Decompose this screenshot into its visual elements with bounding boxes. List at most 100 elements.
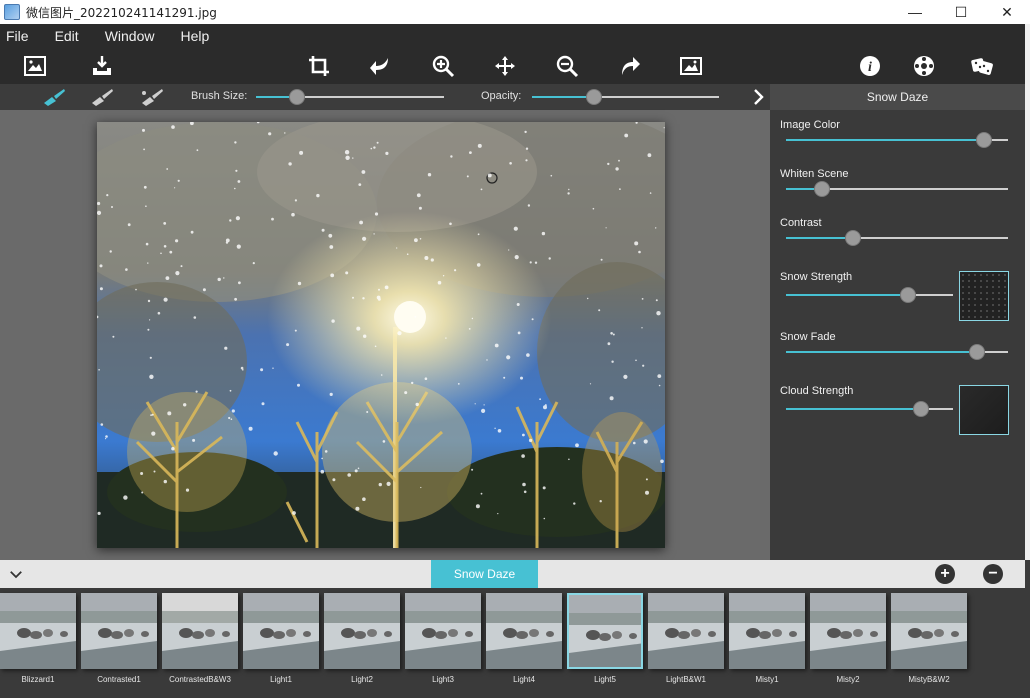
preset-preview-image[interactable] — [729, 593, 805, 669]
menu-help[interactable]: Help — [174, 28, 217, 44]
snowflake — [345, 271, 349, 275]
image-color-slider[interactable] — [786, 132, 1008, 148]
active-preset-tab[interactable]: Snow Daze — [431, 560, 538, 588]
edited-photo[interactable] — [97, 122, 665, 548]
preset-thumbnail[interactable]: Light5 — [567, 593, 643, 684]
brush-smart-icon[interactable] — [138, 84, 166, 110]
contrast-slider[interactable] — [786, 230, 1008, 246]
snowflake — [638, 250, 641, 254]
random-icon[interactable] — [968, 52, 996, 80]
snowflake — [316, 193, 320, 198]
slider-knob[interactable] — [913, 401, 930, 417]
preset-preview-image[interactable] — [891, 593, 967, 669]
snowflake — [163, 245, 167, 248]
snowflake — [321, 228, 325, 232]
slider-knob[interactable] — [968, 344, 985, 360]
remove-preset-button[interactable]: − — [983, 564, 1003, 584]
menu-edit[interactable]: Edit — [49, 28, 87, 44]
preset-thumbnail[interactable]: ContrastedB&W3 — [162, 593, 238, 684]
slider-knob[interactable] — [585, 89, 602, 105]
preset-preview-image[interactable] — [81, 593, 157, 669]
preset-preview-image[interactable] — [486, 593, 562, 669]
redo-icon[interactable] — [616, 52, 644, 80]
snow-texture-thumbnail[interactable] — [959, 271, 1009, 321]
snowflake — [292, 511, 296, 515]
menu-file[interactable]: File — [0, 28, 37, 44]
preset-preview-image[interactable] — [162, 593, 238, 669]
open-image-icon[interactable] — [21, 52, 49, 80]
snowflake — [151, 431, 156, 436]
snowflake — [424, 377, 428, 380]
slider-knob[interactable] — [975, 132, 992, 148]
preset-thumbnail[interactable]: MistyB&W2 — [891, 593, 967, 684]
info-icon[interactable]: i — [856, 52, 884, 80]
slider-knob[interactable] — [844, 230, 861, 246]
preset-preview-image[interactable] — [567, 593, 643, 669]
preset-bar: Snow Daze + − — [0, 560, 1025, 588]
fit-screen-icon[interactable] — [677, 52, 705, 80]
preset-preview-image[interactable] — [405, 593, 481, 669]
snowflake — [516, 303, 520, 306]
preset-thumbnail[interactable]: Light3 — [405, 593, 481, 684]
preset-thumbnail[interactable]: Light2 — [324, 593, 400, 684]
slider-knob[interactable] — [899, 287, 916, 303]
preset-preview-image[interactable] — [324, 593, 400, 669]
preset-thumbnail[interactable]: LightB&W1 — [648, 593, 724, 684]
preset-thumbnail[interactable]: Blizzard1 — [0, 593, 76, 684]
cloud-strength-slider[interactable] — [786, 401, 953, 417]
save-icon[interactable] — [88, 52, 116, 80]
brush-erase-icon[interactable] — [88, 84, 116, 110]
preset-thumbnail[interactable]: Misty1 — [729, 593, 805, 684]
snowflake — [609, 396, 614, 401]
minimize-button[interactable]: — — [892, 0, 938, 24]
snowflake — [352, 296, 354, 299]
preset-preview-image[interactable] — [648, 593, 724, 669]
preset-thumbnail[interactable]: Light1 — [243, 593, 319, 684]
move-icon[interactable] — [491, 52, 519, 80]
snowflake — [508, 249, 510, 251]
zoom-in-icon[interactable] — [429, 52, 457, 80]
snowflake — [165, 276, 170, 280]
undo-icon[interactable] — [366, 52, 394, 80]
opacity-slider[interactable] — [532, 89, 719, 105]
preset-thumbnail[interactable]: Misty2 — [810, 593, 886, 684]
snowflake — [111, 206, 113, 208]
snowflake — [143, 148, 145, 151]
preset-thumbnail[interactable]: Light4 — [486, 593, 562, 684]
maximize-button[interactable]: ☐ — [938, 0, 984, 24]
snowflake — [497, 513, 499, 515]
snowflake — [347, 473, 351, 477]
chevron-right-icon[interactable] — [744, 84, 772, 110]
preset-label: Light4 — [513, 675, 535, 684]
menu-window[interactable]: Window — [99, 28, 163, 44]
snowflake — [167, 411, 172, 416]
preset-preview-image[interactable] — [810, 593, 886, 669]
cloud-texture-thumbnail[interactable] — [959, 385, 1009, 435]
snowflake — [149, 319, 151, 321]
snow-fade-slider[interactable] — [786, 344, 1008, 360]
preset-preview-image[interactable] — [243, 593, 319, 669]
snowflake — [418, 206, 422, 210]
add-preset-button[interactable]: + — [935, 564, 955, 584]
effects-icon[interactable] — [910, 52, 938, 80]
brush-paint-icon[interactable] — [40, 84, 68, 110]
snowflake — [297, 281, 302, 286]
preset-thumbnail[interactable]: Contrasted1 — [81, 593, 157, 684]
zoom-out-icon[interactable] — [553, 52, 581, 80]
snowflake — [649, 192, 652, 194]
snowflake — [286, 343, 290, 347]
close-button[interactable]: ✕ — [984, 0, 1030, 24]
brush-size-slider[interactable] — [256, 89, 444, 105]
whiten-scene-slider[interactable] — [786, 181, 1008, 197]
collapse-chevron-icon[interactable] — [2, 560, 30, 588]
slider-knob[interactable] — [813, 181, 830, 197]
slider-knob[interactable] — [289, 89, 306, 105]
snowflake — [657, 374, 662, 378]
snowflake — [98, 369, 100, 371]
snow-strength-slider[interactable] — [786, 287, 953, 303]
snowflake — [543, 517, 546, 520]
snowflake — [523, 490, 527, 494]
preset-preview-image[interactable] — [0, 593, 76, 669]
snowflake — [437, 280, 442, 285]
crop-icon[interactable] — [305, 52, 333, 80]
